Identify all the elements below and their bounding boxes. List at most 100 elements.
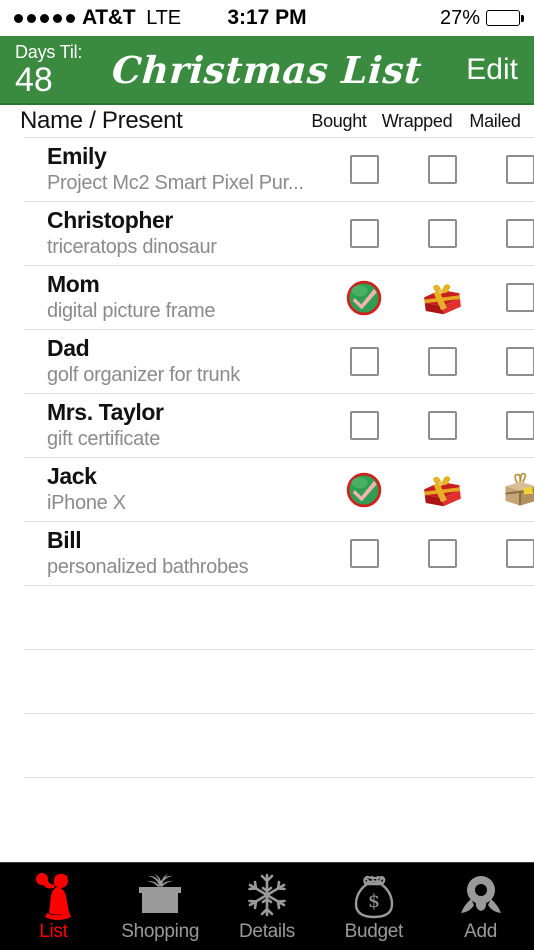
signal-dot	[53, 14, 62, 23]
bought-cell[interactable]	[325, 470, 403, 510]
empty-checkbox-icon	[506, 283, 534, 312]
bought-cell[interactable]	[325, 411, 403, 440]
empty-checkbox-icon	[428, 219, 457, 248]
signal-dot	[66, 14, 75, 23]
mailed-cell[interactable]	[481, 539, 534, 568]
empty-list-row	[25, 585, 534, 649]
empty-checkbox-icon	[428, 155, 457, 184]
recipient-name: Bill	[47, 528, 325, 554]
tab-list[interactable]: List	[0, 863, 107, 951]
present-description: triceratops dinosaur	[47, 235, 325, 259]
days-til-counter: Days Til: 48	[0, 43, 82, 97]
bought-cell[interactable]	[325, 278, 403, 318]
gift-icon	[135, 871, 185, 919]
tab-label: Budget	[345, 922, 403, 941]
tab-details[interactable]: Details	[214, 863, 321, 951]
status-bar: AT&T LTE 3:17 PM 27%	[0, 0, 534, 36]
mailed-cell[interactable]	[481, 155, 534, 184]
tab-label: Add	[464, 922, 497, 941]
table-row[interactable]: Dad golf organizer for trunk	[25, 329, 534, 393]
edit-button[interactable]: Edit	[466, 53, 518, 87]
status-bar-left: AT&T LTE	[14, 6, 181, 30]
column-header-row: Name / Present Bought Wrapped Mailed	[0, 105, 534, 137]
red-gift-box-icon	[419, 470, 465, 510]
present-description: digital picture frame	[47, 299, 325, 323]
wrapped-cell[interactable]	[403, 219, 481, 248]
row-text: Christopher triceratops dinosaur	[25, 208, 325, 260]
recipient-name: Jack	[47, 464, 325, 490]
money-bag-icon: $	[351, 871, 397, 919]
tab-bar[interactable]: List Shopping	[0, 862, 534, 950]
red-gift-box-icon	[419, 278, 465, 318]
table-row[interactable]: Jack iPhone X	[25, 457, 534, 521]
present-description: Project Mc2 Smart Pixel Pur...	[47, 171, 325, 195]
empty-checkbox-icon	[350, 539, 379, 568]
table-row[interactable]: Mrs. Taylor gift certificate	[25, 393, 534, 457]
row-text: Mrs. Taylor gift certificate	[25, 400, 325, 452]
bought-cell[interactable]	[325, 347, 403, 376]
mailed-cell[interactable]	[481, 470, 534, 510]
column-header-wrapped: Wrapped	[378, 111, 456, 132]
wrapped-cell[interactable]	[403, 470, 481, 510]
signal-strength-icon	[14, 14, 75, 23]
recipient-name: Dad	[47, 336, 325, 362]
signal-dot	[27, 14, 36, 23]
row-status-cells	[325, 278, 534, 318]
mailed-cell[interactable]	[481, 411, 534, 440]
empty-checkbox-icon	[350, 347, 379, 376]
table-row[interactable]: Emily Project Mc2 Smart Pixel Pur...	[25, 137, 534, 201]
wrapped-cell[interactable]	[403, 155, 481, 184]
column-header-bought: Bought	[300, 111, 378, 132]
wrapped-cell[interactable]	[403, 278, 481, 318]
empty-list-row	[25, 713, 534, 777]
table-row[interactable]: Christopher triceratops dinosaur	[25, 201, 534, 265]
table-row[interactable]: Bill personalized bathrobes	[25, 521, 534, 585]
green-check-circle-icon	[341, 278, 387, 318]
table-row[interactable]: Mom digital picture frame	[25, 265, 534, 329]
wreath-icon	[457, 869, 505, 921]
bought-cell[interactable]	[325, 539, 403, 568]
wrapped-cell[interactable]	[403, 347, 481, 376]
mailed-cell[interactable]	[481, 283, 534, 312]
row-status-cells	[325, 155, 534, 184]
row-text: Bill personalized bathrobes	[25, 528, 325, 580]
battery-icon	[486, 10, 520, 26]
recipient-name: Mrs. Taylor	[47, 400, 325, 426]
empty-checkbox-icon	[506, 219, 534, 248]
bought-cell[interactable]	[325, 219, 403, 248]
column-header-name-present: Name / Present	[20, 107, 183, 135]
mailed-cell[interactable]	[481, 347, 534, 376]
money-bag-icon: $	[351, 869, 397, 921]
mailed-cell[interactable]	[481, 219, 534, 248]
column-header-mailed: Mailed	[456, 111, 534, 132]
tab-budget[interactable]: $ Budget	[320, 863, 427, 951]
row-status-cells	[325, 470, 534, 510]
days-til-label: Days Til:	[15, 43, 82, 61]
row-status-cells	[325, 411, 534, 440]
present-description: iPhone X	[47, 491, 325, 515]
tab-label: Shopping	[121, 922, 199, 941]
days-til-value: 48	[15, 63, 82, 97]
empty-list-row	[25, 777, 534, 841]
empty-checkbox-icon	[506, 539, 534, 568]
empty-checkbox-icon	[428, 539, 457, 568]
santa-icon	[30, 870, 76, 920]
tab-shopping[interactable]: Shopping	[107, 863, 214, 951]
tab-add[interactable]: Add	[427, 863, 534, 951]
wrapped-cell[interactable]	[403, 411, 481, 440]
navigation-bar: Days Til: 48 Christmas List Edit	[0, 36, 534, 105]
tab-label: List	[39, 922, 67, 941]
brown-parcel-icon	[497, 470, 534, 510]
empty-checkbox-icon	[350, 155, 379, 184]
wrapped-cell[interactable]	[403, 539, 481, 568]
green-check-circle-icon	[341, 470, 387, 510]
svg-text:$: $	[368, 890, 380, 912]
row-text: Emily Project Mc2 Smart Pixel Pur...	[25, 144, 325, 196]
gift-list[interactable]: Emily Project Mc2 Smart Pixel Pur... Chr…	[0, 137, 534, 862]
snowflake-icon	[243, 871, 291, 919]
recipient-name: Emily	[47, 144, 325, 170]
battery-percent-label: 27%	[440, 7, 480, 30]
signal-dot	[40, 14, 49, 23]
bought-cell[interactable]	[325, 155, 403, 184]
santa-icon	[30, 869, 76, 921]
